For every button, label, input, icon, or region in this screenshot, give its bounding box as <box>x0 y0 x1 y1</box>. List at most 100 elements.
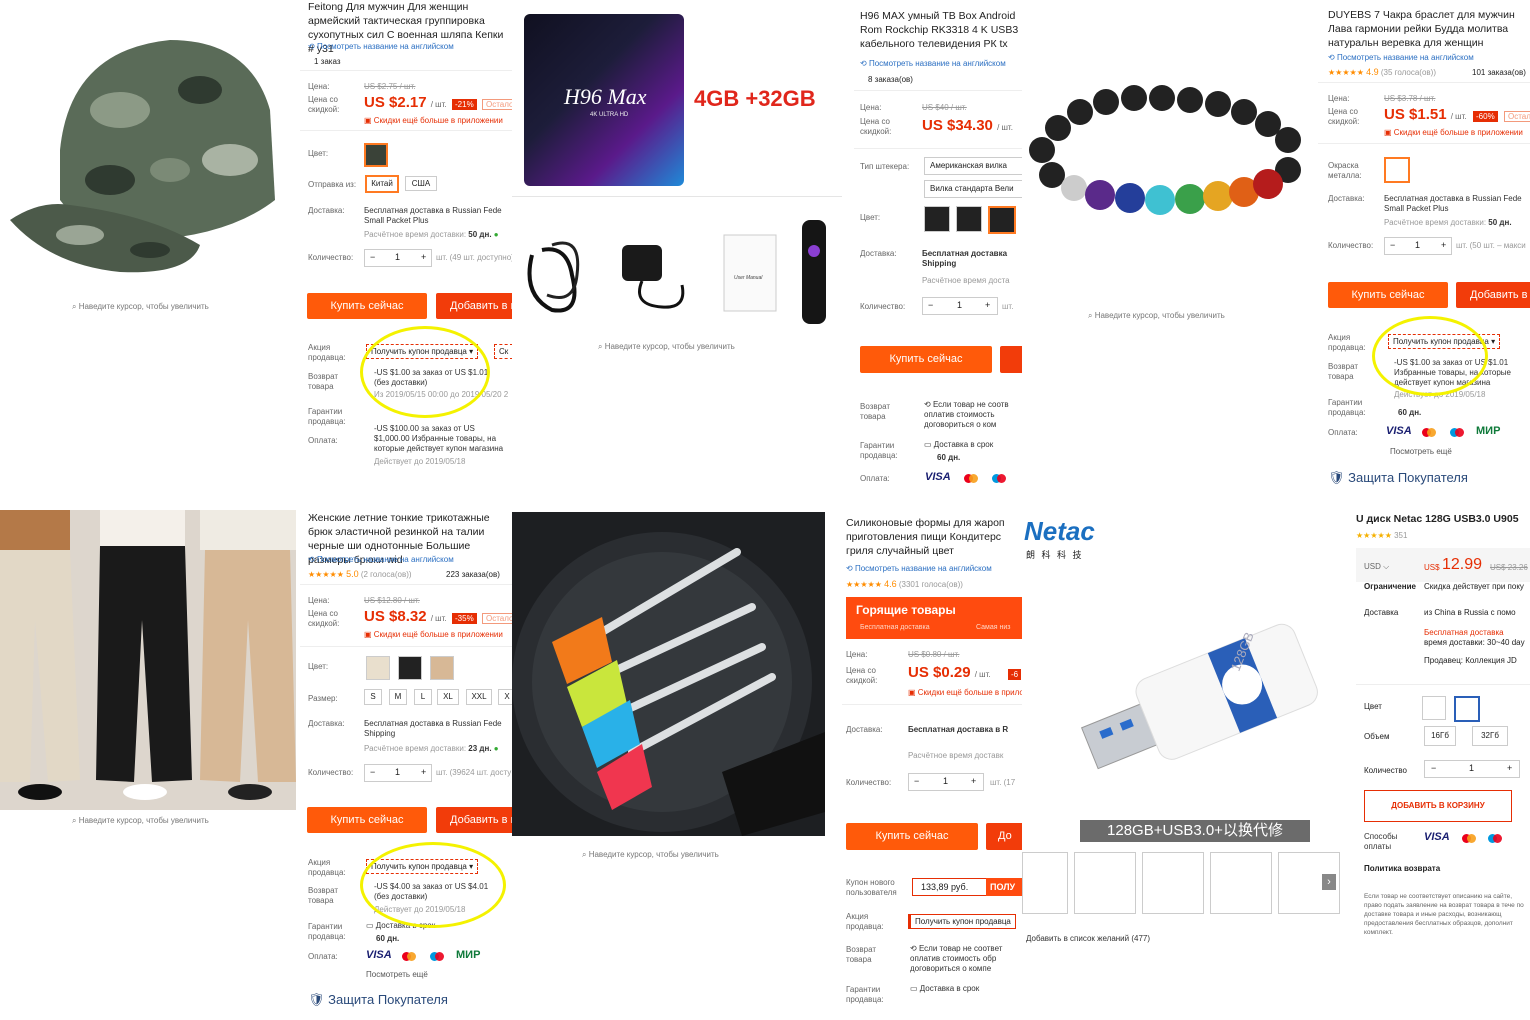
product-image-usb[interactable]: Netac 朗 科 科 技 128GB 128GB+USB3.0+以换代修 <box>1022 514 1338 844</box>
visa-icon: VISA <box>1424 831 1450 843</box>
quantity-label: Количество: <box>860 302 906 311</box>
volume-option-32[interactable]: 32Гб <box>1472 726 1508 746</box>
mir-icon: МИР <box>456 949 481 961</box>
translate-link[interactable]: ⟲ Посмотреть название на английском <box>846 564 992 573</box>
quantity-stepper[interactable]: −1 + <box>908 773 984 791</box>
ship-from-usa[interactable]: США <box>405 176 437 191</box>
stock-text: шт. (17 <box>990 778 1016 787</box>
size-option-x[interactable]: X <box>498 689 512 705</box>
delivery-text: Бесплатная доставка Shipping <box>922 249 1008 268</box>
quantity-stepper[interactable]: −1 + <box>364 249 432 267</box>
size-option-m[interactable]: M <box>389 689 407 705</box>
color-option-3[interactable] <box>988 206 1016 234</box>
return-label: Возврат товара <box>860 402 890 421</box>
get-coupon-dropdown[interactable]: Получить купон продавца <box>908 914 1016 929</box>
free-shipping[interactable]: Бесплатная доставка <box>1424 628 1504 637</box>
color-option-1[interactable] <box>924 206 950 232</box>
product-image-tvbox[interactable]: H96 Max 4K ULTRA HD 4GB +32GB User Manua… <box>512 0 842 340</box>
old-price: US $2.75 / шт. <box>364 82 416 91</box>
add-to-cart-button[interactable]: Добавить в корзину <box>1456 282 1530 308</box>
orders-count: 1 заказ <box>314 57 341 66</box>
estimated-time: Расчётное время доставки: 50 дн. <box>1384 218 1512 227</box>
discount-badge: -6 <box>1008 669 1022 680</box>
current-price: US $34.30 / шт. <box>922 117 1013 134</box>
plug-option-us[interactable]: Американская вилка <box>924 157 1022 175</box>
translate-link[interactable]: ⟲ Посмотреть название на английском <box>308 555 454 564</box>
product-panel-bracelet: ⌕ Наведите курсор, чтобы увеличить DUYEB… <box>1022 0 1530 492</box>
color-option-black[interactable] <box>398 656 422 680</box>
product-image-cap[interactable] <box>0 0 296 290</box>
coupon-side[interactable]: Ск <box>494 344 512 359</box>
guarantee-text: ▭ Доставка в срок <box>924 440 994 449</box>
translate-link[interactable]: ⟲ Посмотреть название на английском <box>860 59 1006 68</box>
metal-option-2[interactable] <box>1416 158 1440 181</box>
delivery-text: Бесплатная доставка в Russian Fede Shipp… <box>364 719 502 738</box>
add-to-cart-button[interactable] <box>1000 346 1022 373</box>
buy-now-button[interactable]: Купить сейчас <box>860 346 992 373</box>
quantity-stepper[interactable]: −1 + <box>922 297 998 315</box>
product-image-bracelet[interactable] <box>1022 0 1314 300</box>
color-option[interactable] <box>364 143 388 167</box>
add-to-cart-button[interactable]: Добавить в корзину <box>436 807 512 833</box>
buyer-protection[interactable]: 🛡 Защита Покупателя <box>1328 470 1468 486</box>
quantity-stepper[interactable]: −1 + <box>1424 760 1520 778</box>
size-option-xl[interactable]: XL <box>437 689 459 705</box>
app-discount-link[interactable]: ▣ Скидки ещё больше в приложении <box>364 630 503 639</box>
app-discount-link[interactable]: ▣ Скидки ещё больше в приложении <box>1384 128 1523 137</box>
thumbnail-3[interactable] <box>1142 852 1204 914</box>
size-option-xxl[interactable]: XXL <box>466 689 492 705</box>
delivery-label: Доставка: <box>1328 194 1365 203</box>
color-option-beige[interactable] <box>366 656 390 680</box>
color-option-2[interactable] <box>1454 696 1480 722</box>
orders-count: 101 заказа(ов) <box>1472 68 1526 77</box>
remaining-badge: Осталось <box>482 613 512 624</box>
buy-now-button[interactable]: Купить сейчас <box>307 807 427 833</box>
return-policy-title: Политика возврата <box>1364 864 1441 873</box>
discount-badge: -60% <box>1473 111 1498 122</box>
app-discount-link[interactable]: ▣ Скидки ещё больше в приложении <box>364 116 503 125</box>
see-more-link[interactable]: Посмотреть ещё <box>1390 447 1452 456</box>
payment-label: Оплата: <box>308 436 338 445</box>
buy-now-button[interactable]: Купить сейчас <box>1328 282 1448 308</box>
see-more-link[interactable]: Посмотреть ещё <box>366 970 428 979</box>
buy-now-button[interactable]: Купить сейчас <box>307 293 427 319</box>
volume-option-16[interactable]: 16Гб <box>1424 726 1456 746</box>
product-image-brushes[interactable] <box>512 512 825 836</box>
size-option-s[interactable]: S <box>364 689 382 705</box>
size-option-l[interactable]: L <box>414 689 432 705</box>
translate-link[interactable]: ⟲ Посмотреть название на английском <box>1328 53 1474 62</box>
return-label: Возврат товара <box>1328 362 1358 381</box>
chevron-right-icon[interactable]: › <box>1322 874 1336 890</box>
plug-option-uk[interactable]: Вилка стандарта Вели <box>924 180 1022 198</box>
add-to-cart-button[interactable]: Добавить в корзину <box>436 293 512 319</box>
tvbox-device: H96 Max 4K ULTRA HD <box>524 14 684 186</box>
translate-link[interactable]: ⟲ Посмотреть название на английском <box>308 42 454 51</box>
wishlist-link[interactable]: Добавить в список желаний (477) <box>1026 934 1150 943</box>
thumbnail-4[interactable] <box>1210 852 1272 914</box>
quantity-stepper[interactable]: −1 + <box>364 764 432 782</box>
ship-from-china[interactable]: Китай <box>365 175 399 193</box>
quantity-stepper[interactable]: −1 + <box>1384 237 1452 255</box>
new-user-coupon-button[interactable]: ПОЛУ <box>986 878 1022 896</box>
currency-select[interactable]: USD ⌵ <box>1364 562 1389 572</box>
quantity-label: Количество: <box>308 253 354 262</box>
color-option-2[interactable] <box>956 206 982 232</box>
buy-now-button[interactable]: Купить сейчас <box>846 823 978 850</box>
thumbnail-2[interactable] <box>1074 852 1136 914</box>
thumbnail-1[interactable] <box>1022 852 1068 914</box>
hot-deals-banner[interactable]: Горящие товары Бесплатная доставка Самая… <box>846 597 1022 639</box>
seller: Продавец: Коллекция JD <box>1424 656 1517 665</box>
app-discount-link[interactable]: ▣ Скидки ещё больше в приложении <box>908 688 1022 697</box>
color-option-1[interactable] <box>1422 696 1446 720</box>
ship-from-label: Отправка из: <box>308 180 357 189</box>
add-to-cart-button[interactable]: До <box>986 823 1022 850</box>
product-title: DUYEBS 7 Чакра браслет для мужчин Лава г… <box>1328 9 1515 49</box>
buyer-protection[interactable]: 🛡 Защита Покупателя <box>308 992 448 1008</box>
color-option-khaki[interactable] <box>430 656 454 680</box>
price-label: Цена: <box>860 103 882 112</box>
metal-option-1[interactable] <box>1384 157 1410 183</box>
add-to-cart-button[interactable]: ДОБАВИТЬ В КОРЗИНУ <box>1364 790 1512 822</box>
new-user-coupon-label: Купон нового пользователя <box>846 878 897 897</box>
product-panel-usb: Netac 朗 科 科 技 128GB 128GB+USB3.0+以换代修 › … <box>1022 508 1530 1020</box>
product-image-pants[interactable] <box>0 510 296 810</box>
